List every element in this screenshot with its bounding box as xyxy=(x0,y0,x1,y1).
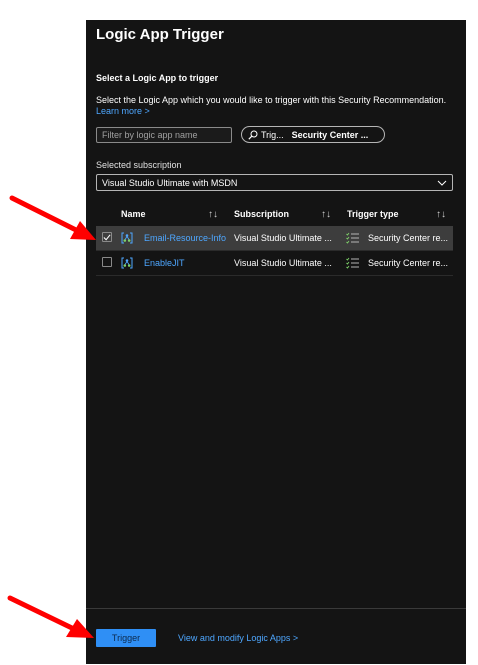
row-subscription: Visual Studio Ultimate ... xyxy=(234,258,332,268)
logic-app-name-link[interactable]: Email-Resource-Info xyxy=(144,233,226,243)
checklist-icon xyxy=(346,257,359,269)
subscription-selected-value: Visual Studio Ultimate with MSDN xyxy=(102,177,238,188)
row-trigger-type: Security Center re... xyxy=(368,233,449,243)
checklist-icon xyxy=(346,232,359,244)
row-subscription: Visual Studio Ultimate ... xyxy=(234,233,332,243)
column-header-trigger-type[interactable]: Trigger type xyxy=(347,209,399,219)
subscription-label: Selected subscription xyxy=(96,160,182,170)
annotation-arrow-icon xyxy=(7,595,94,638)
panel-footer: Trigger View and modify Logic Apps > xyxy=(86,608,466,665)
sort-icon[interactable]: ↑↓ xyxy=(208,209,218,220)
sort-icon[interactable]: ↑↓ xyxy=(436,209,446,220)
logic-app-icon xyxy=(121,257,133,269)
row-checkbox[interactable] xyxy=(102,232,112,242)
view-modify-logic-apps-link[interactable]: View and modify Logic Apps > xyxy=(178,633,298,643)
chevron-down-icon xyxy=(437,180,447,186)
logic-app-trigger-panel: Logic App Trigger Select a Logic App to … xyxy=(86,20,466,664)
table-header: Name ↑↓ Subscription ↑↓ Trigger type ↑↓ xyxy=(96,202,453,226)
learn-more-link[interactable]: Learn more > xyxy=(96,106,150,116)
subscription-dropdown[interactable]: Visual Studio Ultimate with MSDN xyxy=(96,174,453,191)
logic-apps-table: Name ↑↓ Subscription ↑↓ Trigger type ↑↓ … xyxy=(96,202,453,276)
trigger-button[interactable]: Trigger xyxy=(96,629,156,647)
checkmark-icon xyxy=(103,233,111,241)
search-icon xyxy=(248,130,258,140)
row-checkbox[interactable] xyxy=(102,257,112,267)
pill-value: Security Center ... xyxy=(291,129,369,140)
annotation-arrow-icon xyxy=(9,195,96,240)
description-text: Select the Logic App which you would lik… xyxy=(96,95,447,105)
logic-app-icon xyxy=(121,232,133,244)
panel-title: Logic App Trigger xyxy=(96,26,224,43)
column-header-name[interactable]: Name xyxy=(121,209,146,219)
column-header-subscription[interactable]: Subscription xyxy=(234,209,289,219)
trigger-filter-pill[interactable]: Trig... Security Center ... xyxy=(241,126,385,143)
section-heading: Select a Logic App to trigger xyxy=(96,73,219,83)
row-trigger-type: Security Center re... xyxy=(368,258,449,268)
logic-app-name-link[interactable]: EnableJIT xyxy=(144,258,185,268)
pill-label: Trig... xyxy=(261,129,284,140)
sort-icon[interactable]: ↑↓ xyxy=(321,209,331,220)
table-row[interactable]: EnableJIT Visual Studio Ultimate ... Sec… xyxy=(96,251,453,276)
table-row[interactable]: Email-Resource-Info Visual Studio Ultima… xyxy=(96,226,453,251)
filter-logic-app-input[interactable] xyxy=(96,127,232,143)
